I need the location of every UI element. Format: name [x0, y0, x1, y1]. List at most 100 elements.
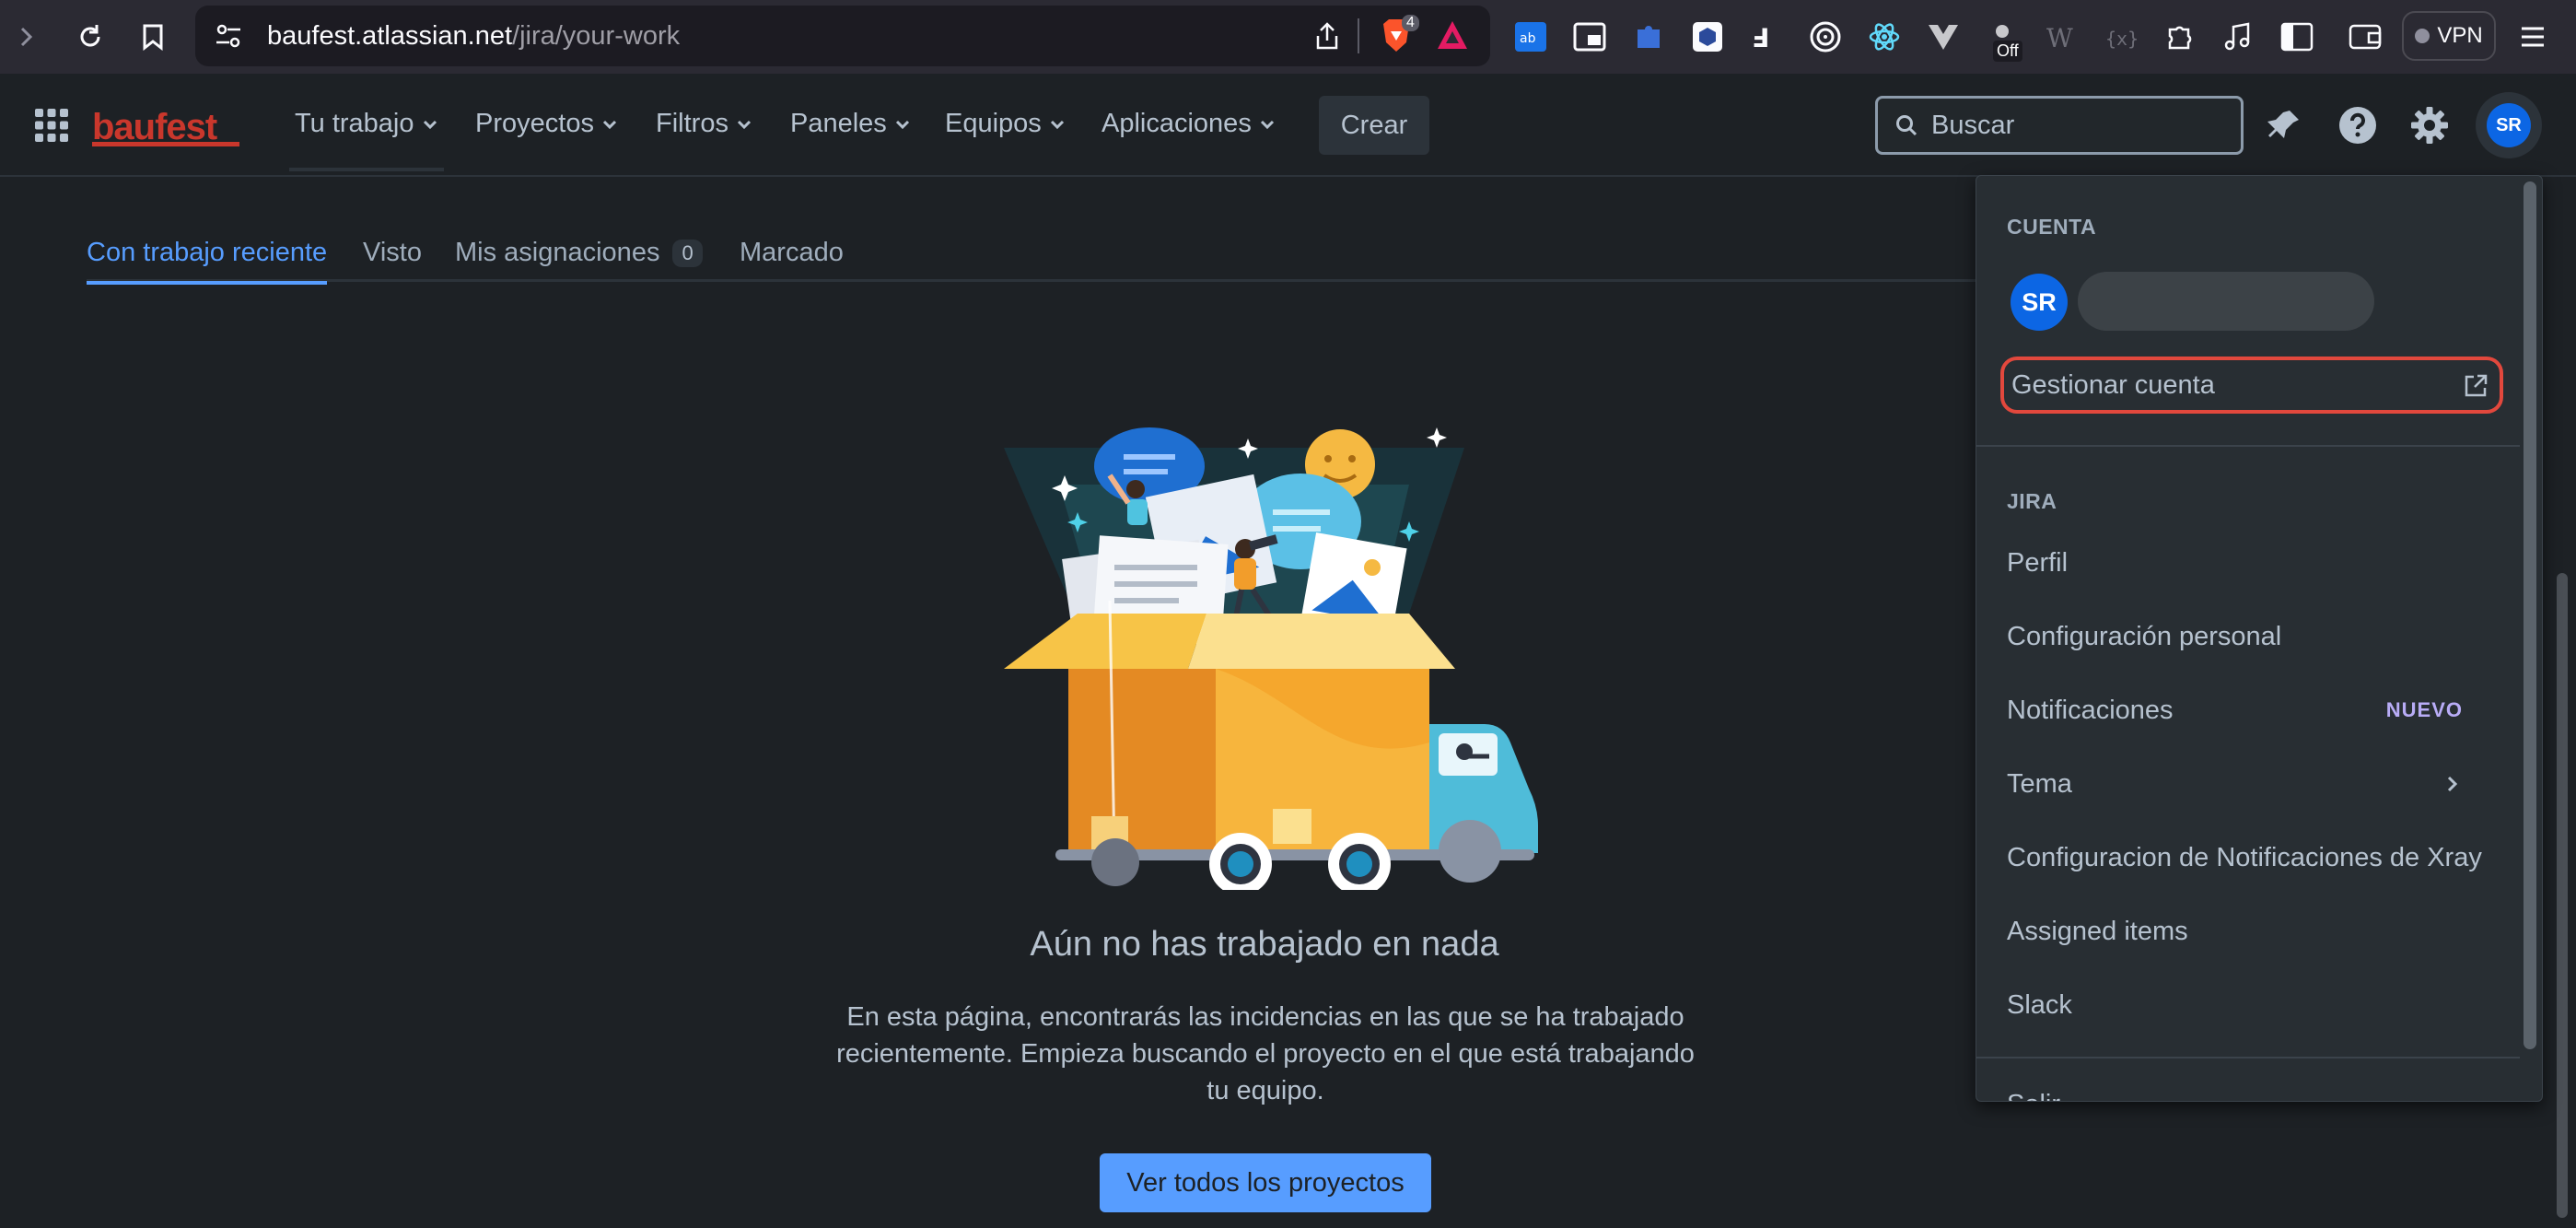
manage-account-link[interactable]: Gestionar cuenta — [2000, 357, 2503, 414]
help-icon[interactable] — [2336, 103, 2380, 147]
scrollbar-thumb[interactable] — [2524, 181, 2536, 1049]
sidebar-toggle-icon[interactable] — [2279, 18, 2315, 55]
account-section-heading: CUENTA — [2007, 215, 2097, 239]
nav-label: Proyectos — [475, 109, 594, 138]
tab-recent-work[interactable]: Con trabajo reciente — [87, 238, 328, 285]
create-button[interactable]: Crear — [1319, 96, 1429, 155]
bookmark-icon[interactable] — [133, 17, 173, 57]
extension-pip-icon[interactable] — [1571, 18, 1608, 55]
menu-item-tema[interactable]: Tema — [1976, 751, 2520, 817]
top-navigation: baufest Tu trabajo Proyectos Filtros Pan… — [0, 74, 2576, 177]
tab-label: Marcado — [740, 238, 844, 267]
nav-label: Tu trabajo — [295, 109, 414, 138]
forward-icon[interactable] — [6, 17, 46, 57]
nav-equipos[interactable]: Equipos — [945, 109, 1066, 139]
extensions-icon[interactable] — [2161, 18, 2197, 55]
account-name-redacted — [2078, 272, 2374, 331]
share-icon[interactable] — [1313, 20, 1341, 52]
tab-viewed[interactable]: Visto — [363, 238, 422, 268]
nav-label: Paneles — [790, 109, 887, 138]
address-bar[interactable]: baufest.atlassian.net/jira/your-work 4 — [195, 6, 1490, 66]
menu-item-label: Tema — [2007, 768, 2072, 799]
menu-item-label: Assigned items — [2007, 916, 2188, 946]
url-text: baufest.atlassian.net/jira/your-work — [267, 21, 680, 52]
extension-off-badge: Off — [1993, 41, 2022, 62]
tab-starred[interactable]: Marcado — [740, 238, 844, 268]
chevron-down-icon — [423, 120, 437, 129]
nav-aplicaciones[interactable]: Aplicaciones — [1102, 109, 1276, 139]
nav-proyectos[interactable]: Proyectos — [475, 109, 618, 139]
nav-label: Filtros — [656, 109, 729, 138]
vpn-status-icon — [2415, 29, 2430, 43]
menu-item-xray-notifications[interactable]: Configuracion de Notificaciones de Xray — [1976, 825, 2520, 891]
chevron-down-icon — [602, 120, 617, 129]
menu-item-label: Salir — [2007, 1090, 2060, 1102]
search-input[interactable] — [1931, 110, 2226, 141]
url-host: baufest.atlassian.net — [267, 21, 513, 51]
menu-item-notificaciones[interactable]: Notificaciones NUEVO — [1976, 677, 2520, 743]
menu-item-label: Configuración personal — [2007, 621, 2282, 651]
vpn-label: VPN — [2437, 23, 2483, 48]
settings-gear-icon[interactable] — [2407, 103, 2452, 147]
empty-state-illustration — [1004, 420, 1547, 890]
extension-react-icon[interactable] — [1866, 18, 1903, 55]
site-settings-icon[interactable] — [214, 22, 243, 50]
empty-state-description: En esta página, encontrarás las incidenc… — [836, 1002, 1695, 1105]
chevron-down-icon — [737, 120, 752, 129]
notifications-icon[interactable] — [2262, 103, 2306, 147]
page-scrollbar[interactable] — [2551, 177, 2573, 1228]
menu-item-configuracion-personal[interactable]: Configuración personal — [1976, 603, 2520, 670]
svg-text:W: W — [2046, 23, 2073, 53]
nav-filtros[interactable]: Filtros — [656, 109, 752, 139]
wallet-icon[interactable] — [2347, 18, 2384, 55]
brave-rewards-icon[interactable] — [1435, 18, 1470, 52]
extension-translate-text-icon[interactable]: Ⅎ — [1748, 18, 1785, 55]
extension-w-icon[interactable]: W — [2043, 18, 2080, 55]
vpn-button[interactable]: VPN — [2402, 11, 2496, 61]
jira-section-heading: JIRA — [2007, 489, 2057, 513]
menu-item-slack[interactable]: Slack — [1976, 972, 2520, 1038]
nav-label: Equipos — [945, 109, 1042, 138]
chevron-down-icon — [1050, 120, 1064, 129]
tab-label: Visto — [363, 238, 422, 267]
browser-menu-icon[interactable] — [2514, 18, 2551, 55]
menu-item-label: Perfil — [2007, 547, 2069, 578]
chevron-down-icon — [895, 120, 909, 129]
extension-vue-icon[interactable] — [1925, 18, 1962, 55]
chevron-right-icon — [2447, 776, 2458, 792]
nav-tu-trabajo[interactable]: Tu trabajo — [289, 109, 443, 171]
menu-item-label: Notificaciones — [2007, 695, 2174, 725]
media-icon[interactable] — [2220, 18, 2256, 55]
tab-assigned[interactable]: Mis asignaciones 0 — [455, 238, 703, 268]
avatar: SR — [2011, 274, 2068, 331]
manage-account-label: Gestionar cuenta — [2011, 369, 2215, 400]
view-all-projects-button[interactable]: Ver todos los proyectos — [1100, 1153, 1431, 1212]
app-switcher-icon[interactable] — [33, 107, 70, 144]
extension-puzzle-blue-icon[interactable] — [1630, 18, 1667, 55]
search-box[interactable] — [1875, 96, 2244, 155]
scrollbar-thumb[interactable] — [2557, 573, 2568, 1218]
extension-cube-icon[interactable] — [1689, 18, 1726, 55]
reload-icon[interactable] — [70, 17, 111, 57]
new-badge: NUEVO — [2385, 698, 2463, 721]
url-path: /jira/your-work — [512, 21, 681, 51]
search-icon — [1896, 115, 1917, 136]
menu-item-logout[interactable]: Salir — [1976, 1071, 2520, 1102]
nav-label: Aplicaciones — [1102, 109, 1252, 138]
assigned-count-badge: 0 — [672, 239, 703, 267]
tab-label: Con trabajo reciente — [87, 238, 328, 267]
menu-scrollbar[interactable] — [2516, 176, 2542, 1101]
browser-toolbar: baufest.atlassian.net/jira/your-work 4 a… — [0, 0, 2576, 74]
profile-avatar-button[interactable]: SR — [2476, 92, 2542, 158]
menu-item-perfil[interactable]: Perfil — [1976, 530, 2520, 596]
menu-divider — [1976, 1057, 2520, 1058]
extension-translate-icon[interactable]: ab — [1512, 18, 1549, 55]
divider — [1358, 18, 1359, 53]
your-work-tabs: Con trabajo reciente Visto Mis asignacio… — [87, 234, 1984, 285]
extension-braces-icon[interactable]: {x} — [2102, 18, 2139, 55]
extension-target-icon[interactable] — [1807, 18, 1844, 55]
menu-item-assigned-items[interactable]: Assigned items — [1976, 898, 2520, 965]
external-link-icon — [2465, 374, 2488, 397]
brave-shields-icon[interactable]: 4 — [1378, 15, 1419, 55]
nav-paneles[interactable]: Paneles — [790, 109, 911, 139]
